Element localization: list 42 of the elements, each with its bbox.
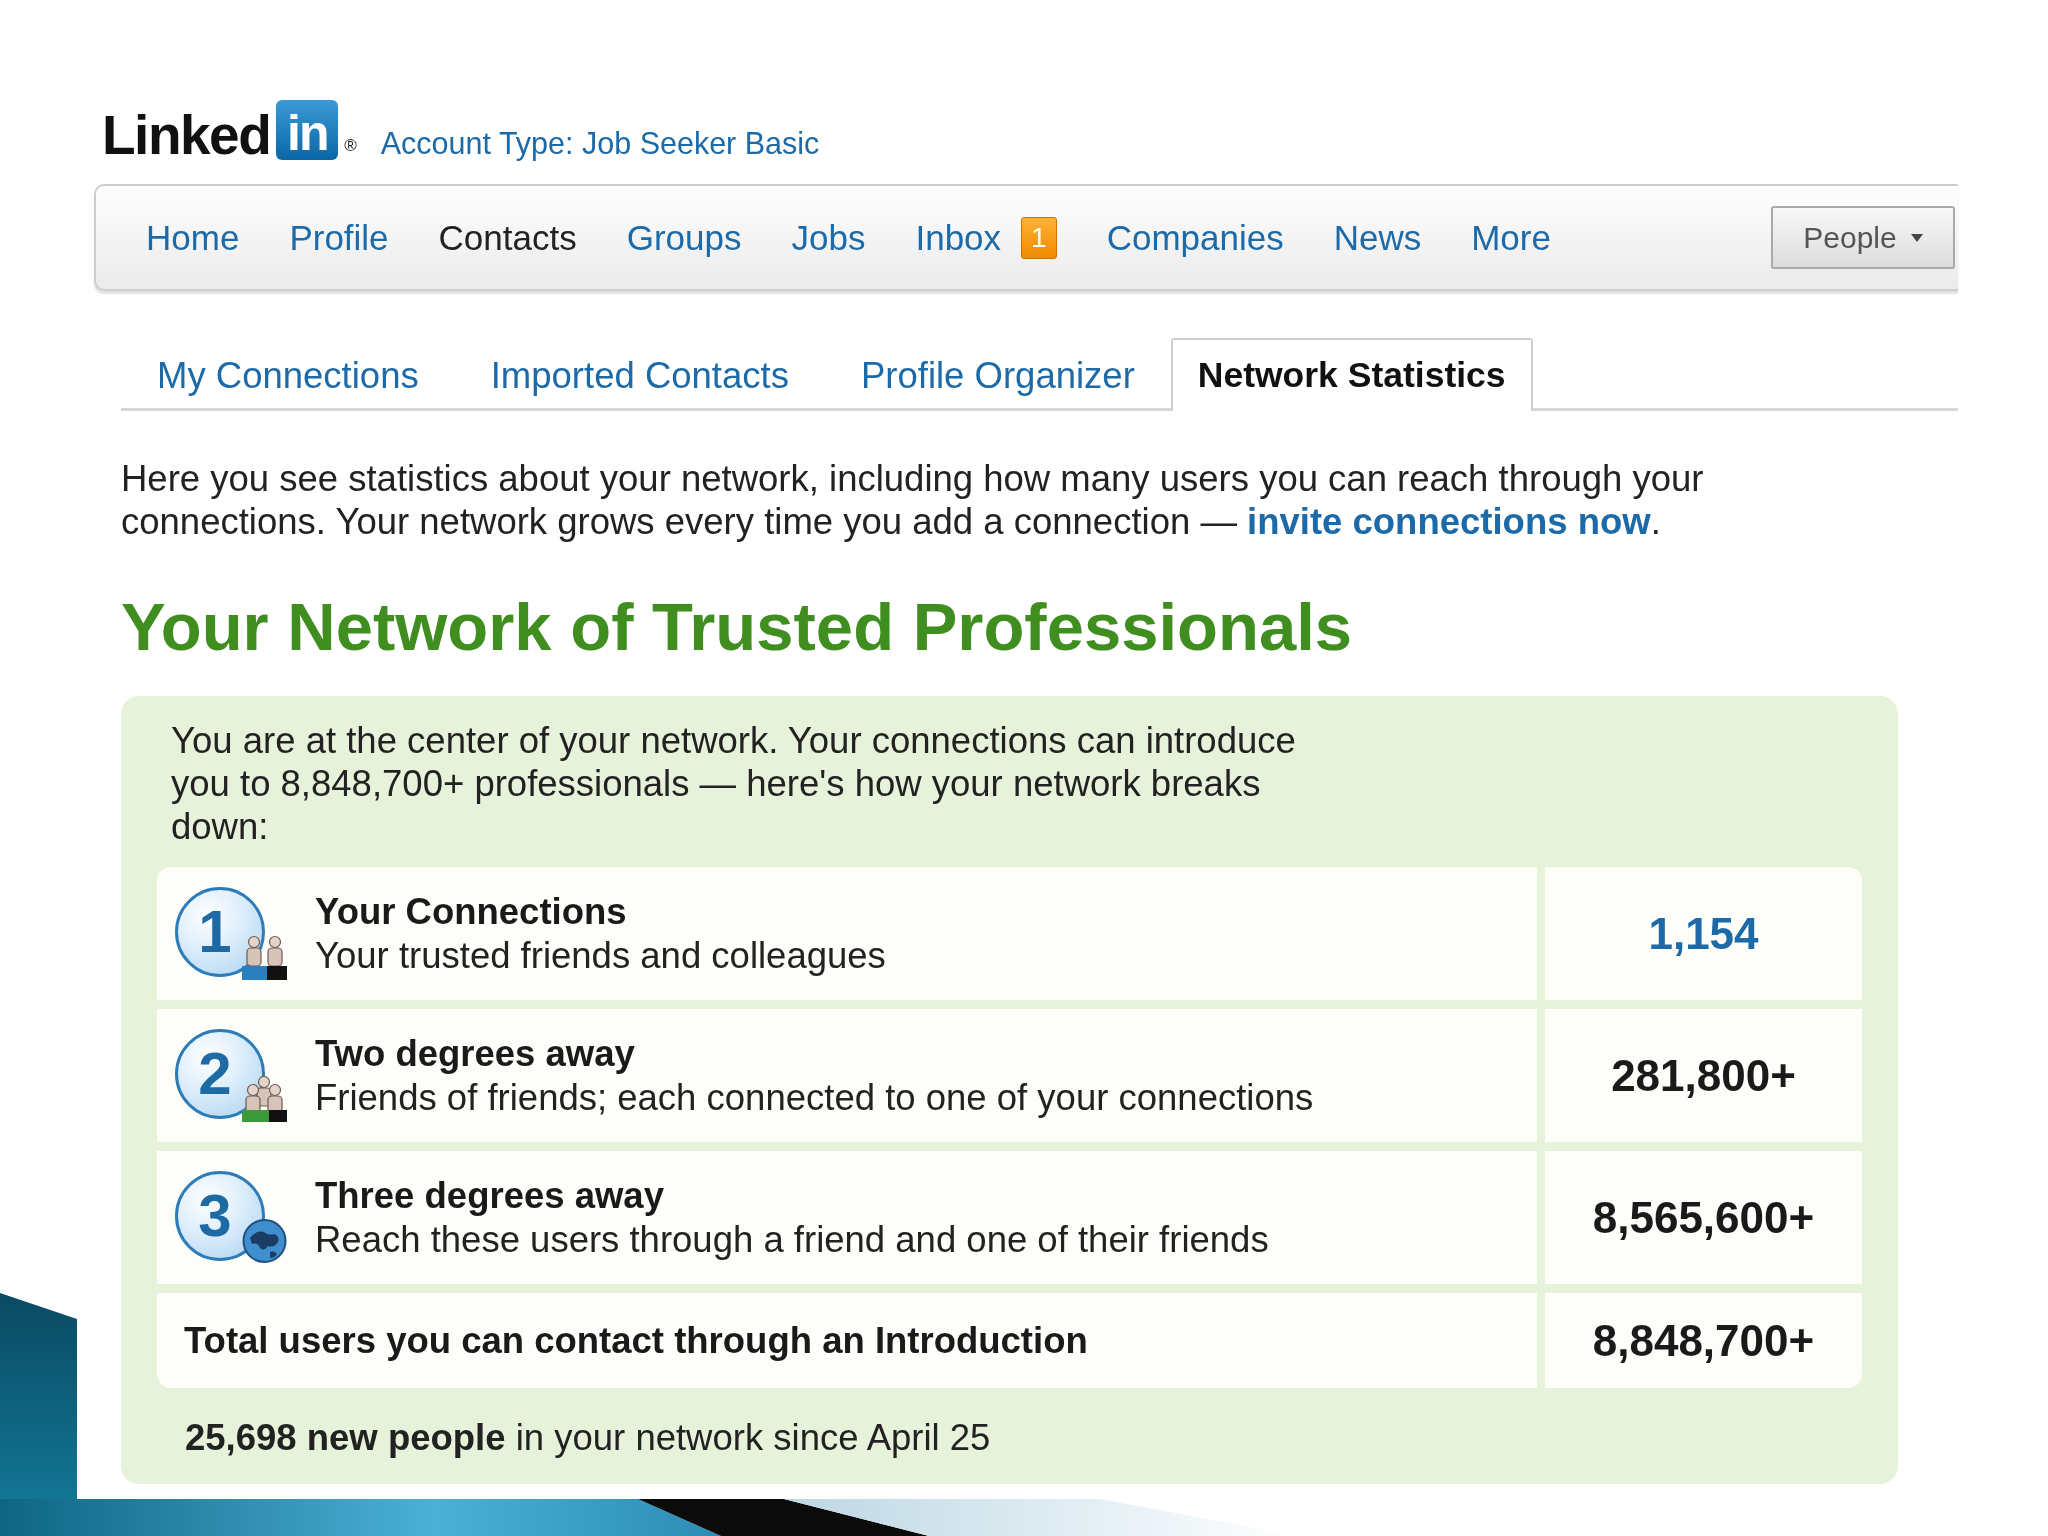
degree-number-circle: 3 [175,1170,265,1261]
inbox-count-badge: 1 [1021,216,1057,259]
total-count: 8,848,700+ [1592,1315,1815,1366]
registered-mark: ® [344,136,357,156]
tab[interactable]: Network Statistics [1170,338,1533,411]
total-label: Total users you can contact through an Introduction [183,1319,1088,1362]
summary-text: You are at the center of your network. Your connections can introduce you to 8,848,700+ professionals — here's how your network breaks down: [171,719,1297,848]
people-pair-icon [242,933,287,980]
nav-item[interactable]: Contacts [438,217,577,258]
account-type-text: Account Type: Job Seeker Basic [380,126,820,160]
tab[interactable]: Profile Organizer [824,338,1171,411]
page-heading: Your Network of Trusted Professionals [121,591,1354,663]
nav-item[interactable]: Home [146,217,240,258]
nav-item[interactable]: More [1471,217,1551,258]
degree-description: Friends of friends; each connected to one of your connections [315,1075,1314,1120]
tab[interactable]: Imported Contacts [454,338,825,411]
caret-icon [1910,233,1923,242]
degree-number-circle: 1 [175,886,265,977]
nav-item[interactable]: Inbox [915,217,1002,258]
nav-item[interactable]: Jobs [791,217,866,258]
degree-number-circle: 2 [175,1028,265,1119]
logo-wordmark: Linked [102,110,271,160]
search-scope-dropdown[interactable]: People [1771,206,1955,269]
degree-title: Two degrees away [315,1031,636,1076]
people-group-icon [242,1075,287,1122]
invite-link[interactable]: invite connections now [1247,501,1651,542]
degree-description: Your trusted friends and colleagues [315,933,886,978]
globe-icon [242,1217,287,1264]
degree-title: Your Connections [315,889,628,934]
degree-description: Reach these users through a friend and one of their friends [315,1217,1269,1262]
degree-title: Three degrees away [315,1173,665,1218]
nav-item[interactable]: Profile [289,217,389,258]
logo-tile: in [276,100,339,160]
degree-count: 281,800+ [1611,1050,1796,1101]
degree-count: 8,565,600+ [1592,1192,1815,1243]
nav-item[interactable]: Groups [626,217,742,258]
new-people-note: 25,698 new people in your network since April 25 [184,1416,992,1459]
nav-item[interactable]: News [1333,217,1422,258]
connections-count-link[interactable]: 1,154 [1648,908,1759,959]
nav-item[interactable]: Companies [1106,217,1284,258]
tab[interactable]: My Connections [121,338,455,411]
intro-text: Here you see statistics about your network, including how many users you can reach through your connections. Your network grows every time you add a connection — invite connections now. [121,457,1705,543]
